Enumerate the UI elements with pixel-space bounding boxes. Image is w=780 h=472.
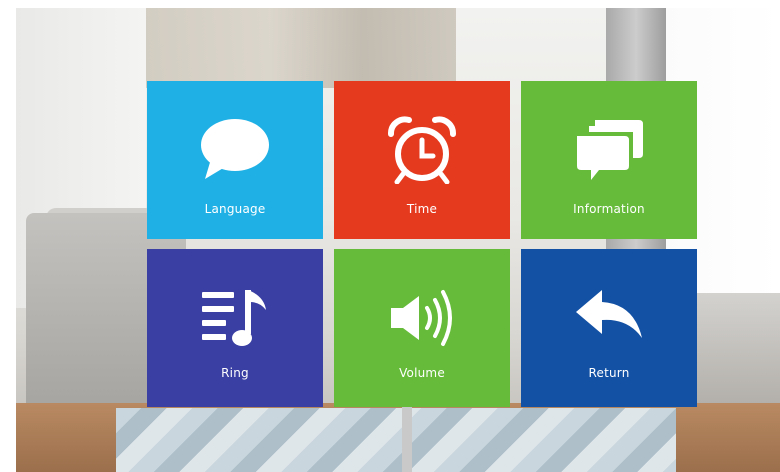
- information-tile[interactable]: Information: [521, 81, 697, 239]
- background-chair: [696, 293, 780, 403]
- time-label: Time: [406, 202, 438, 216]
- playlist-music-icon: [147, 281, 323, 355]
- return-label: Return: [588, 366, 630, 380]
- return-tile[interactable]: Return: [521, 249, 697, 407]
- time-tile[interactable]: Time: [334, 81, 510, 239]
- background-rug: [116, 408, 676, 472]
- messages-icon: [521, 113, 697, 187]
- language-tile[interactable]: Language: [147, 81, 323, 239]
- alarm-clock-icon: [334, 113, 510, 187]
- speech-bubble-icon: [147, 113, 323, 187]
- return-arrow-icon: [521, 281, 697, 355]
- language-label: Language: [204, 202, 266, 216]
- information-label: Information: [573, 202, 645, 216]
- volume-label: Volume: [399, 366, 445, 380]
- background-picture: [146, 8, 456, 88]
- speaker-volume-icon: [334, 281, 510, 355]
- ring-tile[interactable]: Ring: [147, 249, 323, 407]
- ring-label: Ring: [221, 366, 249, 380]
- volume-tile[interactable]: Volume: [334, 249, 510, 407]
